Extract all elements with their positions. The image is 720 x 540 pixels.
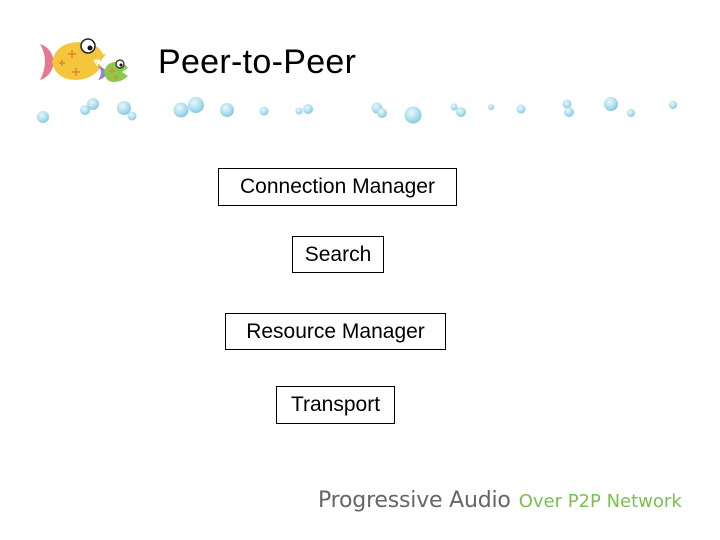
fish-logo-icon <box>40 38 128 82</box>
footer-branding: Progressive Audio Over P2P Network <box>318 488 682 513</box>
search-box: Search <box>292 236 384 273</box>
footer-tagline: Over P2P Network <box>518 491 682 512</box>
transport-box: Transport <box>276 386 395 424</box>
resource-manager-box: Resource Manager <box>225 313 446 350</box>
slide-title: Peer-to-Peer <box>158 43 357 81</box>
connection-manager-box: Connection Manager <box>218 168 457 206</box>
footer-brand: Progressive Audio <box>318 488 511 513</box>
